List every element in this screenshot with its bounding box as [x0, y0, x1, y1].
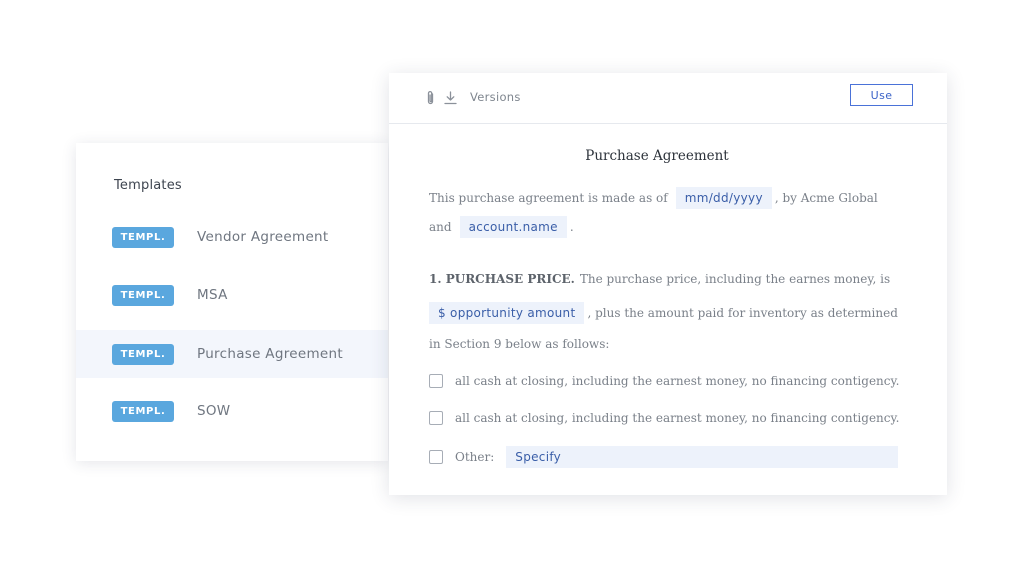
template-item-sow[interactable]: TEMPL. SOW	[76, 387, 388, 435]
opportunity-amount-field[interactable]: $ opportunity amount	[429, 302, 585, 324]
section-line: 1. PURCHASE PRICE. The purchase price, i…	[429, 272, 890, 286]
intro-suffix: , by Acme Global	[774, 191, 878, 205]
option-row: all cash at closing, including the earne…	[429, 374, 900, 388]
specify-input[interactable]: Specify	[506, 446, 899, 468]
other-checkbox[interactable]	[429, 450, 443, 464]
intro-line: This purchase agreement is made as of mm…	[429, 187, 878, 209]
amount-line: $ opportunity amount , plus the amount p…	[429, 302, 898, 324]
amount-suffix: , plus the amount paid for inventory as …	[587, 306, 898, 320]
template-badge: TEMPL.	[112, 400, 174, 422]
templates-title: Templates	[114, 178, 182, 193]
document-panel: Versions Use Purchase Agreement This pur…	[389, 73, 947, 495]
date-field[interactable]: mm/dd/yyyy	[675, 187, 772, 209]
option-checkbox[interactable]	[429, 411, 443, 425]
and-label: and	[429, 220, 452, 234]
template-name: MSA	[197, 287, 228, 303]
template-badge: TEMPL.	[112, 284, 174, 306]
option-label: all cash at closing, including the earne…	[455, 411, 900, 425]
other-row: Other: Specify	[429, 446, 899, 468]
template-name: Vendor Agreement	[197, 229, 329, 245]
section-continued-line: in Section 9 below as follows:	[429, 337, 609, 351]
templates-panel: Templates TEMPL. Vendor Agreement TEMPL.…	[76, 143, 388, 461]
template-badge: TEMPL.	[112, 226, 174, 248]
download-icon[interactable]	[444, 91, 457, 105]
use-button[interactable]: Use	[850, 84, 913, 106]
other-label: Other:	[455, 450, 495, 464]
template-name: SOW	[197, 403, 231, 419]
option-checkbox[interactable]	[429, 374, 443, 388]
option-row: all cash at closing, including the earne…	[429, 411, 900, 425]
document-title: Purchase Agreement	[585, 148, 729, 164]
template-item-vendor-agreement[interactable]: TEMPL. Vendor Agreement	[76, 213, 388, 261]
paperclip-icon[interactable]	[426, 90, 435, 106]
template-item-msa[interactable]: TEMPL. MSA	[76, 271, 388, 319]
section-continued: in Section 9 below as follows:	[429, 337, 610, 351]
account-name-field[interactable]: account.name	[459, 216, 567, 238]
and-line: and account.name .	[429, 216, 574, 238]
section-heading: 1. PURCHASE PRICE.	[429, 272, 575, 286]
versions-link[interactable]: Versions	[470, 90, 521, 104]
template-badge: TEMPL.	[112, 343, 174, 365]
template-name: Purchase Agreement	[197, 346, 343, 362]
document-toolbar: Versions Use	[389, 73, 947, 124]
template-item-purchase-agreement[interactable]: TEMPL. Purchase Agreement	[76, 330, 388, 378]
period-text: .	[569, 220, 574, 234]
section-text: The purchase price, including the earnes…	[579, 272, 891, 286]
intro-prefix: This purchase agreement is made as of	[429, 191, 668, 205]
option-label: all cash at closing, including the earne…	[455, 374, 900, 388]
